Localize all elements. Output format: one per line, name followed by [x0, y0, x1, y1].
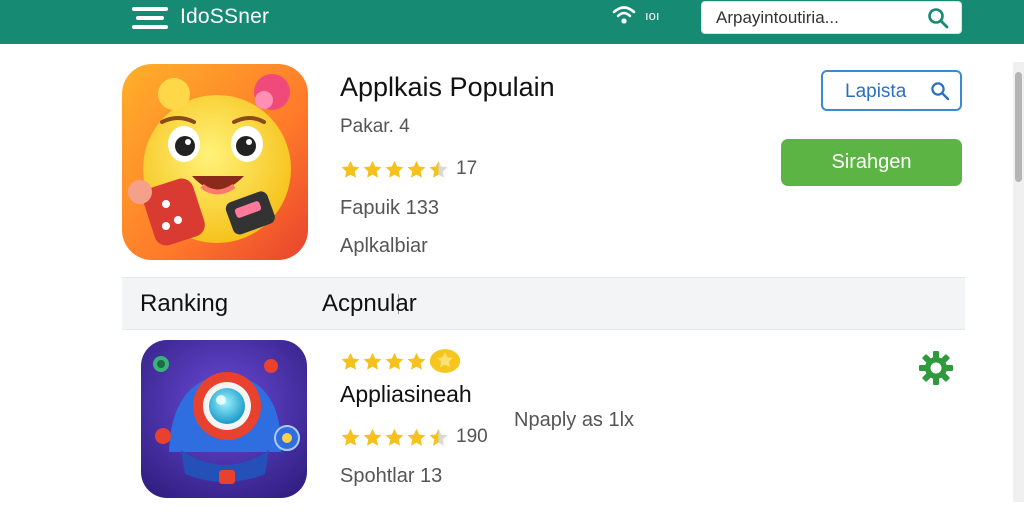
- lapista-button-label: Lapista: [845, 81, 907, 102]
- top-app-bar: IdoSSner ıoı: [0, 0, 1024, 44]
- list-top-rating-stars: [340, 348, 462, 374]
- wifi-icon: [612, 6, 636, 24]
- tab-ranking[interactable]: Ranking: [140, 290, 228, 318]
- star-icon: [407, 160, 426, 178]
- brand-logo-text: IdoSSner: [180, 5, 270, 28]
- star-icon: [341, 352, 360, 370]
- list-app-meta: Spohtlar 13: [340, 465, 443, 487]
- scrollbar[interactable]: [1013, 62, 1024, 502]
- half-star-icon: [429, 160, 448, 178]
- star-icon: [385, 352, 404, 370]
- star-icon: [341, 160, 360, 178]
- star-icon: [385, 160, 404, 178]
- lapista-search-button[interactable]: Lapista: [821, 70, 962, 111]
- star-icon: [407, 428, 426, 446]
- list-rating-count: 190: [456, 426, 488, 447]
- status-signal-text: ıoı: [645, 8, 660, 23]
- star-icon: [363, 160, 382, 178]
- tab-popular[interactable]: Acpnular: [322, 290, 417, 318]
- install-button[interactable]: Sirahgen: [781, 139, 962, 186]
- featured-app-icon[interactable]: [122, 64, 308, 260]
- search-icon[interactable]: [927, 7, 949, 29]
- search-input[interactable]: [716, 6, 916, 30]
- star-icon: [363, 428, 382, 446]
- search-icon: [931, 82, 950, 101]
- half-star-icon: [429, 428, 448, 446]
- list-app-title[interactable]: Appliasineah: [340, 381, 472, 408]
- install-button-label: Sirahgen: [831, 151, 912, 173]
- list-app-icon[interactable]: [141, 340, 307, 498]
- search-box[interactable]: [701, 1, 962, 34]
- scrollbar-thumb[interactable]: [1015, 72, 1022, 182]
- star-icon: [385, 428, 404, 446]
- star-badge-icon: [429, 349, 461, 373]
- list-app-description: Npaply as 1lx: [514, 409, 635, 431]
- featured-rating-count: 17: [456, 158, 478, 179]
- featured-app-title[interactable]: Applkais Populain: [340, 72, 555, 103]
- star-icon: [363, 352, 382, 370]
- featured-rating-stars: 17: [340, 158, 477, 180]
- gear-icon[interactable]: [918, 350, 954, 386]
- list-rating-stars: 190: [340, 426, 488, 448]
- featured-meta-line-1: Fapuik 133: [340, 197, 439, 219]
- star-icon: [407, 352, 426, 370]
- tab-bar: Ranking Acpnular: [122, 277, 965, 330]
- menu-icon[interactable]: [132, 7, 168, 29]
- star-icon: [341, 428, 360, 446]
- featured-app-subtitle: Pakar. 4: [340, 116, 410, 137]
- featured-meta-line-2: Aplkalbiar: [340, 235, 428, 257]
